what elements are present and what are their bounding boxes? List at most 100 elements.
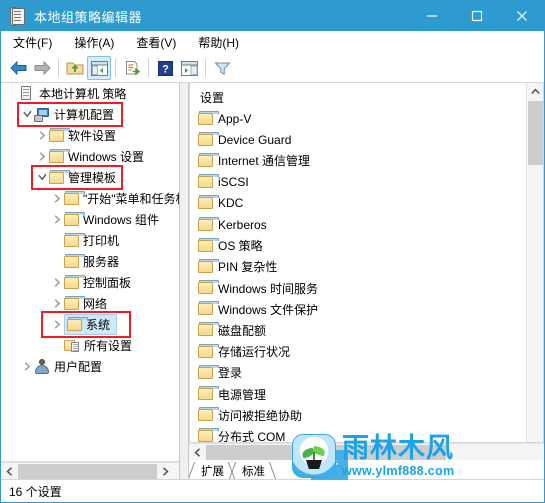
console-tree[interactable]: 本地计算机 策略计算机配置软件设置 Windows 设置管理模板 "开始"菜单和任务…: [1, 83, 179, 462]
maximize-button[interactable]: [454, 1, 499, 31]
console-tree-pane: 本地计算机 策略计算机配置软件设置 Windows 设置管理模板 "开始"菜单和任务…: [1, 83, 179, 479]
settings-item-label: App-V: [218, 111, 252, 126]
settings-item-label: 存储运行状况: [218, 345, 291, 360]
tree-item-6[interactable]: Windows 组件: [1, 209, 179, 230]
tree-item-8[interactable]: 服务器: [1, 251, 179, 272]
folder-icon: [49, 169, 70, 184]
tree-item-9[interactable]: 控制面板: [1, 272, 179, 293]
folder-icon: [64, 274, 85, 289]
settings-list-item[interactable]: 存储运行状况: [190, 341, 526, 362]
tree-item-label: 计算机配置: [54, 108, 115, 122]
settings-list-item[interactable]: PIN 复杂性: [190, 256, 526, 277]
settings-list-item[interactable]: iSCSI: [190, 172, 526, 193]
chevron-down-icon[interactable]: [35, 173, 49, 182]
svg-text:?: ?: [162, 63, 169, 75]
settings-list-item[interactable]: 访问被拒绝协助: [190, 405, 526, 426]
tab-standard[interactable]: 标准: [228, 462, 277, 479]
settings-item-label: PIN 复杂性: [218, 260, 278, 275]
tree-item-1[interactable]: 计算机配置: [1, 104, 179, 125]
tree-horizontal-scrollbar[interactable]: [1, 462, 179, 479]
help-icon[interactable]: ?: [153, 56, 177, 80]
chevron-down-icon[interactable]: [20, 110, 34, 119]
menu-view[interactable]: 查看(V): [133, 33, 179, 52]
scroll-left-icon[interactable]: [189, 444, 206, 461]
show-hide-tree-icon[interactable]: [87, 56, 111, 80]
folder-icon: [64, 190, 85, 205]
settings-hscroll-thumb[interactable]: [206, 444, 446, 460]
chevron-right-icon[interactable]: [35, 152, 49, 161]
folder-icon: [198, 301, 219, 316]
folder-icon: [198, 216, 219, 231]
window-title: 本地组策略编辑器: [34, 9, 143, 25]
settings-list[interactable]: 设置 App-V Device Guard Internet 通信管理 iSCSI KD…: [190, 83, 526, 442]
tree-item-3[interactable]: Windows 设置: [1, 146, 179, 167]
scroll-right-icon[interactable]: [157, 463, 174, 480]
tree-item-5[interactable]: "开始"菜单和任务栏: [1, 188, 179, 209]
scroll-left-icon[interactable]: [1, 463, 18, 480]
settings-list-item[interactable]: Internet 通信管理: [190, 150, 526, 171]
pane-splitter[interactable]: [179, 83, 189, 479]
menu-help[interactable]: 帮助(H): [195, 33, 242, 52]
settings-item-label: 登录: [218, 366, 243, 381]
title-bar[interactable]: 本地组策略编辑器: [1, 1, 544, 31]
export-list-icon[interactable]: [120, 56, 144, 80]
tree-item-12[interactable]: 所有设置: [1, 335, 179, 356]
toolbar-separator: [115, 59, 116, 77]
settings-list-item[interactable]: 分布式 COM: [190, 426, 526, 442]
tree-scroll-thumb[interactable]: [18, 463, 157, 479]
close-button[interactable]: [499, 1, 544, 31]
back-icon[interactable]: [6, 56, 30, 80]
menu-file[interactable]: 文件(F): [10, 33, 55, 52]
tree-item-label: 网络: [83, 297, 108, 311]
tab-extended[interactable]: 扩展: [189, 462, 236, 479]
filter-icon[interactable]: [210, 56, 234, 80]
chevron-right-icon[interactable]: [50, 215, 64, 224]
settings-item-label: Windows 时间服务: [218, 281, 319, 296]
tree-item-10[interactable]: 网络: [1, 293, 179, 314]
tree-item-label: Windows 组件: [83, 213, 160, 227]
settings-list-item[interactable]: Kerberos: [190, 214, 526, 235]
settings-scroll-thumb[interactable]: [528, 101, 543, 165]
folder-icon: [198, 110, 219, 125]
chevron-right-icon[interactable]: [50, 320, 64, 329]
tree-item-7[interactable]: 打印机: [1, 230, 179, 251]
forward-icon[interactable]: [30, 56, 54, 80]
tree-item-label: 打印机: [83, 234, 120, 248]
chevron-right-icon[interactable]: [50, 194, 64, 203]
tree-item-selected[interactable]: 系统: [64, 314, 118, 335]
up-folder-icon[interactable]: [63, 56, 87, 80]
folder-icon: [49, 127, 70, 142]
folder-icon: [64, 211, 85, 226]
tree-item-2[interactable]: 软件设置: [1, 125, 179, 146]
settings-list-item[interactable]: 电源管理: [190, 383, 526, 404]
settings-list-item[interactable]: Windows 时间服务: [190, 278, 526, 299]
settings-list-item[interactable]: Device Guard: [190, 129, 526, 150]
settings-horizontal-scrollbar[interactable]: [189, 443, 544, 460]
scroll-up-icon[interactable]: [527, 83, 543, 100]
chevron-right-icon[interactable]: [20, 362, 34, 371]
tree-item-0[interactable]: 本地计算机 策略: [1, 83, 179, 104]
menu-action[interactable]: 操作(A): [71, 33, 117, 52]
settings-item-label: Internet 通信管理: [218, 154, 311, 169]
scroll-policy-icon: [10, 7, 26, 26]
toolbar-separator: [205, 59, 206, 77]
settings-vertical-scrollbar[interactable]: [526, 83, 543, 442]
settings-list-item[interactable]: 磁盘配额: [190, 320, 526, 341]
tree-item-label: 系统: [86, 318, 111, 332]
settings-list-item[interactable]: 登录: [190, 362, 526, 383]
tree-item-label: 管理模板: [68, 171, 117, 185]
settings-list-item[interactable]: App-V: [190, 108, 526, 129]
tree-item-11[interactable]: 系统: [1, 314, 179, 335]
settings-list-item[interactable]: Windows 文件保护: [190, 299, 526, 320]
show-pane-icon[interactable]: [177, 56, 201, 80]
settings-list-item[interactable]: OS 策略: [190, 235, 526, 256]
chevron-right-icon[interactable]: [50, 299, 64, 308]
chevron-right-icon[interactable]: [50, 278, 64, 287]
settings-list-item[interactable]: KDC: [190, 193, 526, 214]
tree-item-13[interactable]: 用户配置: [1, 356, 179, 377]
chevron-right-icon[interactable]: [35, 131, 49, 140]
folder-icon: [198, 174, 219, 189]
minimize-button[interactable]: [409, 1, 454, 31]
folder-icon: [198, 280, 219, 295]
tree-item-4[interactable]: 管理模板: [1, 167, 179, 188]
